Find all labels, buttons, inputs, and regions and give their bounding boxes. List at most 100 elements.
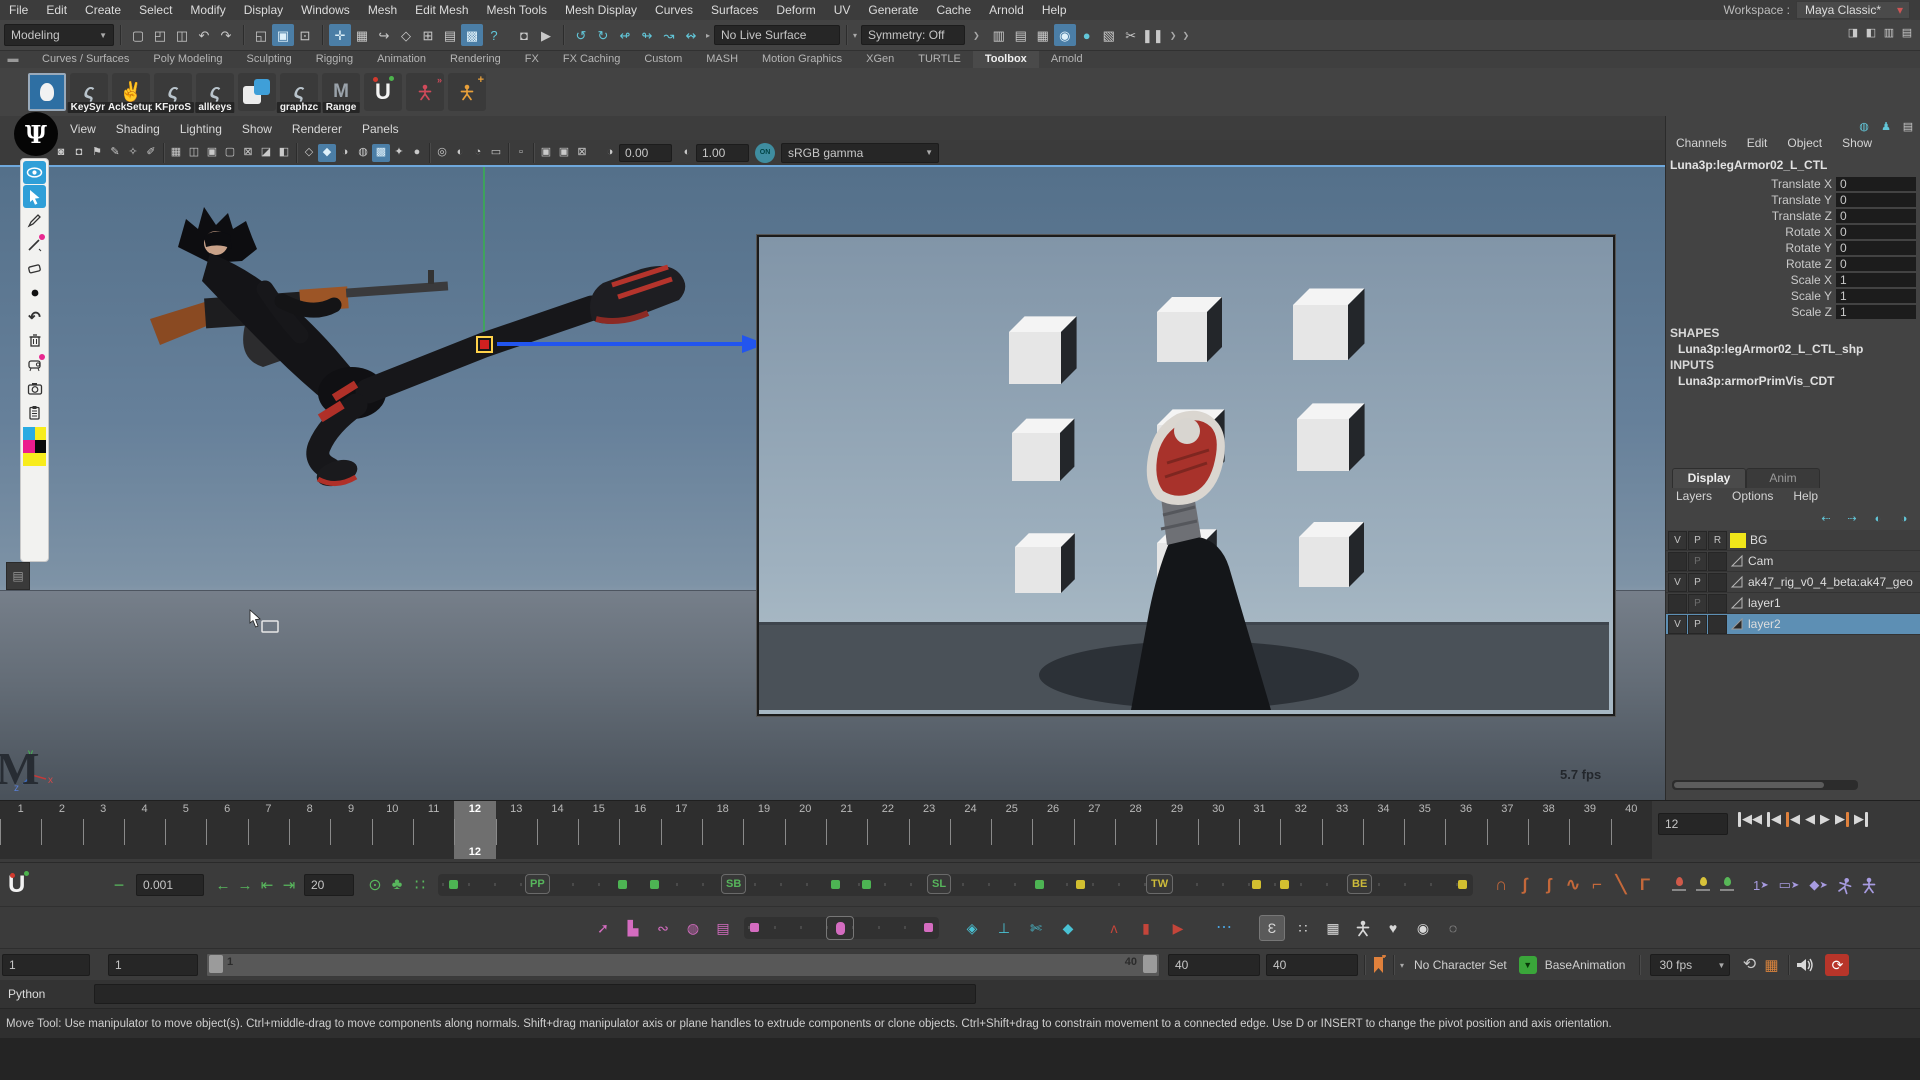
menu-cache[interactable]: Cache [927,0,980,20]
layer-menu-layers[interactable]: Layers [1666,489,1722,503]
command-language-label[interactable]: Python [0,987,94,1001]
shelf-tab-sculpting[interactable]: Sculpting [235,51,304,68]
render-sphere-icon[interactable]: ● [1076,24,1098,46]
cursor-icon[interactable] [23,185,46,208]
grid-icon[interactable]: ▦ [167,144,185,162]
shadows-icon[interactable]: ▩ [372,144,390,162]
layer-toggle[interactable] [1668,552,1687,571]
select-box-icon[interactable]: ▫ [512,144,530,162]
construction-history-off-icon[interactable]: ↻ [592,24,614,46]
layer-toggle[interactable]: V [1668,573,1687,592]
camera-lock-icon[interactable]: ◙ [52,144,70,162]
live-surface-field[interactable]: No Live Surface [714,25,840,45]
save-scene-icon[interactable]: ◫ [171,24,193,46]
select-hierarchy-icon[interactable]: ◱ [250,24,272,46]
annotation-app-logo[interactable]: Ψ [14,112,58,156]
timeline-frame-37[interactable]: 37 [1487,801,1528,859]
timeline-frame-7[interactable]: 7 [248,801,289,859]
menu-mesh-tools[interactable]: Mesh Tools [478,0,556,20]
frame-range-field[interactable]: 20 [304,874,354,896]
shelf-tab-fx[interactable]: FX [513,51,551,68]
curve-pair-icon[interactable]: ʌ [1103,920,1125,936]
timeline-frame-9[interactable]: 9 [330,801,371,859]
render-region-icon[interactable]: ▤ [1010,24,1032,46]
shelf-tab-mash[interactable]: MASH [694,51,750,68]
panel-layout-icon[interactable]: ▣ [537,144,555,162]
red-key-icon[interactable] [1671,875,1687,895]
2d-pan-icon[interactable]: ✧ [124,144,142,162]
timeline-frame-12[interactable]: 1212 [454,801,495,859]
attr-value-field[interactable]: 0 [1836,177,1916,191]
attr-value-field[interactable]: 1 [1836,273,1916,287]
menu-file[interactable]: File [0,0,37,20]
render-current-frame-icon[interactable]: ◉ [1054,24,1076,46]
panel-layout2-icon[interactable]: ▣ [555,144,573,162]
marker-label-BE[interactable]: BE [1347,874,1372,894]
white-cube[interactable] [1009,316,1077,384]
layer-row-ak47-rig-v0-4-beta-ak47-geo[interactable]: VP ak47_rig_v0_4_beta:ak47_geo [1666,572,1920,593]
layer-row-bg[interactable]: VPR BG [1666,530,1920,551]
view-transform-dropdown[interactable]: sRGB gamma▼ [781,143,939,163]
shelf-tab-toolbox[interactable]: Toolbox [973,51,1039,68]
key-marker[interactable] [1035,880,1044,889]
timeline-frame-38[interactable]: 38 [1528,801,1569,859]
viewport-menu-show[interactable]: Show [232,122,282,136]
timeline-frame-31[interactable]: 31 [1239,801,1280,859]
layer-toggle[interactable]: V [1668,615,1687,634]
timeline-frame-1[interactable]: 1 [0,801,41,859]
layer-tab-display[interactable]: Display [1672,468,1746,488]
step-curve-icon[interactable]: Γ [1633,875,1657,895]
layout-grid-icon[interactable]: ▤ [6,562,30,590]
pink-marker-strip[interactable] [744,917,939,939]
power-icon[interactable]: ⊙ [364,875,386,895]
layer-toggle[interactable]: V [1668,531,1687,550]
open-scene-icon[interactable]: ◰ [149,24,171,46]
yellow-key-icon[interactable] [1695,875,1711,895]
white-cube[interactable] [1012,419,1074,481]
undo-icon[interactable]: ↶ [193,24,215,46]
shelf-item-cube-tool-icon[interactable] [238,73,276,111]
building-icon[interactable]: ▙ [622,920,644,937]
timeline-frame-32[interactable]: 32 [1280,801,1321,859]
quick-help-icon[interactable]: ? [483,24,505,46]
dot-icon[interactable] [23,281,46,304]
step-back-frame-button[interactable]: ◀ [1767,811,1781,827]
viewport-menu-shading[interactable]: Shading [106,122,170,136]
timeline-frame-35[interactable]: 35 [1404,801,1445,859]
sidebar-channel-box-icon[interactable]: ▥ [1880,24,1898,42]
white-cube[interactable] [1015,533,1075,593]
layer-menu-options[interactable]: Options [1722,489,1783,503]
layer-scrollbar[interactable] [1672,780,1858,790]
white-cube[interactable] [1297,403,1365,471]
new-scene-icon[interactable]: ▢ [127,24,149,46]
animation-start-field[interactable]: 1 [2,954,90,976]
viewport-menu-view[interactable]: View [60,122,106,136]
eye-icon[interactable] [23,161,46,184]
pencil-icon[interactable] [23,209,46,232]
character-set-selector[interactable]: No Character Set [1414,958,1507,972]
layer-toggle[interactable]: P [1688,615,1707,634]
plateau-curve-icon[interactable]: ⌐ [1585,875,1609,895]
speaker-icon[interactable] [1795,957,1815,973]
shelf-item-u-logo-icon[interactable]: U [364,73,402,111]
field-chart-icon[interactable]: ⊠ [239,144,257,162]
timeline-frame-23[interactable]: 23 [909,801,950,859]
animbot-logo-icon[interactable]: U [8,871,38,899]
timeline-frame-5[interactable]: 5 [165,801,206,859]
highlight-selection-icon[interactable]: ▶ [535,24,557,46]
heart-icon[interactable]: ♥ [1381,916,1405,940]
shelf-item-red-character-icon[interactable]: » [406,73,444,111]
shelf-item-graphzc-script-icon[interactable]: ςgraphzc [280,73,318,111]
exposure-field[interactable]: 0.00 [619,144,672,162]
linear-curve-icon[interactable]: ╲ [1609,875,1633,895]
viewport-menu-renderer[interactable]: Renderer [282,122,352,136]
timeline-frame-14[interactable]: 14 [537,801,578,859]
timeline-frame-20[interactable]: 20 [785,801,826,859]
shelf-tab-rendering[interactable]: Rendering [438,51,513,68]
next-breakdown-icon[interactable]: ⇥ [278,876,300,894]
key-marker[interactable] [650,880,659,889]
shelf-tab-custom[interactable]: Custom [632,51,694,68]
channelbox-menu-show[interactable]: Show [1832,136,1882,150]
prev-breakdown-icon[interactable]: ⇤ [256,876,278,894]
construction-history-icon[interactable]: ↺ [570,24,592,46]
